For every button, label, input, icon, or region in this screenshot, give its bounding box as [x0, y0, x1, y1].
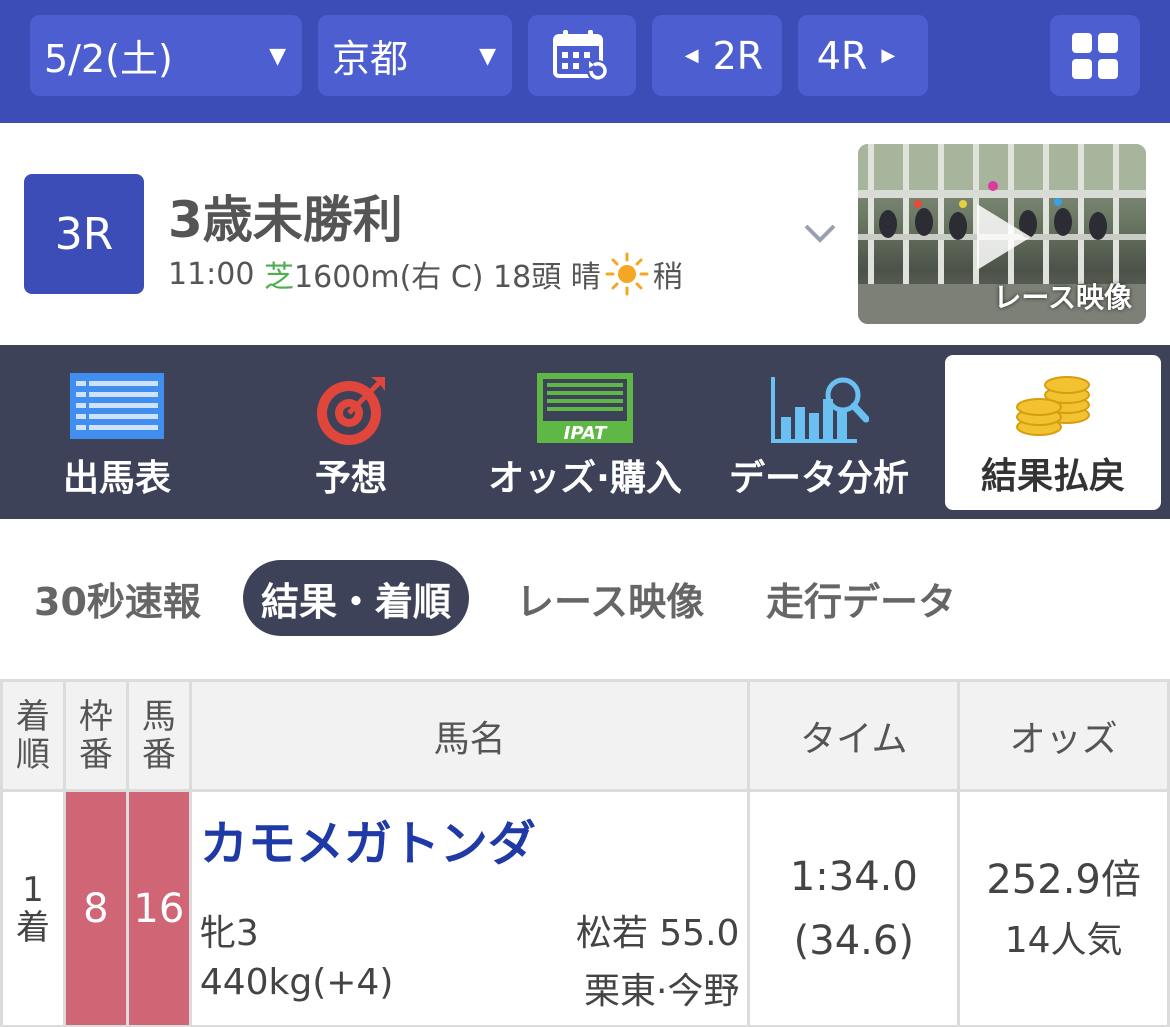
race-video-thumbnail[interactable]: レース映像 — [858, 144, 1146, 324]
triangle-left-icon: ◀ — [684, 45, 699, 66]
results-table: 着 順 枠 番 馬 番 馬名 タイム オッズ 1 着 8 16 カモメガトンダ … — [0, 679, 1170, 1027]
header-frame-top: 枠 — [78, 696, 113, 737]
grid-menu-button[interactable] — [1050, 15, 1140, 96]
nav-label: データ分析 — [728, 458, 909, 499]
next-race-button[interactable]: 4R ▶ — [798, 15, 928, 96]
nav-label: 予想 — [314, 458, 387, 499]
race-weather: 晴 — [570, 260, 601, 295]
rank-suffix: 着 — [15, 907, 50, 948]
rank-cell: 1 着 — [0, 789, 66, 1027]
horse-cell: カモメガトンダ 牝3 440kg(+4) 松若 55.0 栗東·今野 — [188, 789, 751, 1027]
prev-race-button[interactable]: ◀ 2R — [652, 15, 782, 96]
category-nav: 出馬表 予想 IPAT オッズ·購入 データ分析 結果払戻 — [0, 345, 1170, 519]
race-surface: 芝 — [264, 260, 295, 295]
race-distance: 1600m(右 C) — [294, 260, 484, 295]
header-rank-bottom: 順 — [15, 734, 50, 775]
race-start-time: 11:00 — [168, 256, 255, 292]
calendar-button[interactable] — [528, 15, 636, 96]
table-row: 1 着 8 16 カモメガトンダ 牝3 440kg(+4) 松若 55.0 栗東… — [0, 789, 1170, 1027]
video-label: レース映像 — [993, 281, 1132, 314]
header-horse-number: 馬 番 — [125, 679, 192, 792]
tab-running-data[interactable]: 走行データ — [766, 560, 956, 636]
header-rank-top: 着 — [15, 696, 50, 737]
nav-results-payout[interactable]: 結果払戻 — [945, 355, 1161, 510]
trainer: 栗東·今野 — [583, 971, 740, 1012]
popularity: 14人気 — [1004, 919, 1123, 961]
race-number-badge: 3R — [24, 174, 144, 294]
prev-race-label: 2R — [712, 33, 764, 78]
jockey-weight: 松若 55.0 — [575, 913, 740, 954]
date-selector[interactable]: 5/2(土) ▼ — [30, 15, 302, 96]
frame-number: 8 — [62, 789, 129, 1027]
horse-name-link[interactable]: カモメガトンダ — [200, 804, 536, 874]
last-3f-time: (34.6) — [793, 917, 914, 964]
next-race-label: 4R — [816, 33, 868, 78]
sun-icon — [605, 252, 649, 296]
table-header-row: 着 順 枠 番 馬 番 馬名 タイム オッズ — [0, 679, 1170, 792]
horse-weight: 440kg(+4) — [199, 962, 394, 1003]
date-label: 5/2(土) — [44, 37, 173, 81]
header-time: タイム — [747, 679, 961, 792]
tab-30sec-report[interactable]: 30秒速報 — [34, 560, 201, 636]
odds-value: 252.9倍 — [986, 856, 1141, 903]
venue-selector[interactable]: 京都 ▼ — [318, 15, 512, 96]
entry-list-icon — [70, 373, 164, 439]
race-info: 11:00 芝 1600m(右 C) 18頭 晴 稍 — [168, 252, 683, 296]
tab-race-video[interactable]: レース映像 — [516, 560, 704, 636]
nav-data-analysis[interactable]: データ分析 — [702, 345, 936, 519]
header-horse-name: 馬名 — [188, 679, 751, 792]
finish-time: 1:34.0 — [789, 853, 918, 900]
nav-label: オッズ·購入 — [488, 458, 682, 499]
ipat-icon: IPAT — [537, 373, 633, 443]
horse-number: 16 — [125, 789, 192, 1027]
nav-label: 結果払戻 — [980, 456, 1125, 497]
coins-icon — [1016, 376, 1090, 436]
rank-number: 1 — [22, 869, 44, 910]
nav-prediction[interactable]: 予想 — [234, 345, 468, 519]
header-odds: オッズ — [957, 679, 1170, 792]
chevron-down-icon: ▼ — [269, 44, 286, 69]
ipat-text: IPAT — [564, 423, 608, 443]
race-runners: 18頭 — [493, 260, 562, 295]
chart-search-icon — [771, 377, 869, 443]
calendar-refresh-icon — [553, 29, 609, 82]
triangle-right-icon: ▶ — [881, 45, 896, 66]
target-icon — [317, 377, 385, 445]
chevron-down-icon[interactable] — [800, 218, 840, 248]
tab-result-order[interactable]: 結果・着順 — [243, 560, 470, 636]
chevron-down-icon: ▼ — [479, 44, 496, 69]
race-title: 3歳未勝利 — [168, 191, 403, 249]
play-icon — [977, 204, 1031, 270]
grid-menu-icon — [1072, 32, 1118, 79]
header-frame: 枠 番 — [62, 679, 129, 792]
horse-sex-age: 牝3 — [199, 913, 259, 954]
header-number-bottom: 番 — [141, 734, 176, 775]
top-bar: 5/2(土) ▼ 京都 ▼ ◀ 2R 4R ▶ — [0, 0, 1170, 123]
nav-odds-purchase[interactable]: IPAT オッズ·購入 — [468, 345, 702, 519]
venue-label: 京都 — [332, 37, 409, 81]
nav-label: 出馬表 — [62, 458, 171, 499]
header-number-top: 馬 — [141, 696, 176, 737]
nav-entry-list[interactable]: 出馬表 — [0, 345, 234, 519]
header-rank: 着 順 — [0, 679, 66, 792]
header-frame-bottom: 番 — [78, 734, 113, 775]
race-going: 稍 — [652, 260, 683, 295]
odds-cell: 252.9倍 14人気 — [957, 789, 1170, 1027]
time-cell: 1:34.0 (34.6) — [747, 789, 961, 1027]
